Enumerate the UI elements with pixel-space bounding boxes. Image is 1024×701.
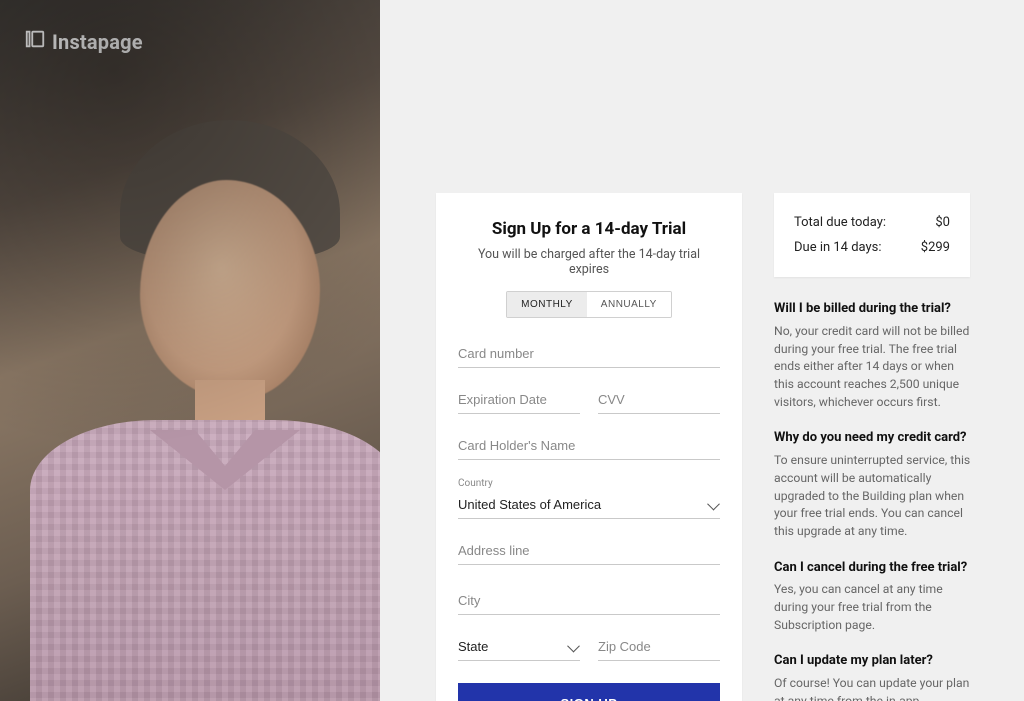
city-input[interactable] [458, 587, 720, 615]
card-holder-input[interactable] [458, 432, 720, 460]
card-number-input[interactable] [458, 340, 720, 368]
billing-tab-monthly[interactable]: MONTHLY [507, 292, 587, 317]
faq-answer: No, your credit card will not be billed … [774, 323, 974, 411]
faq-section: Will I be billed during the trial? No, y… [774, 300, 974, 701]
faq-question: Will I be billed during the trial? [774, 300, 974, 319]
faq-question: Can I cancel during the free trial? [774, 559, 974, 578]
billing-tab-annually[interactable]: ANNUALLY [587, 292, 671, 317]
form-subtitle: You will be charged after the 14-day tri… [458, 247, 720, 277]
summary-label: Due in 14 days: [794, 240, 882, 255]
summary-row: Total due today: $0 [794, 215, 950, 230]
price-summary-card: Total due today: $0 Due in 14 days: $299 [774, 193, 970, 277]
content-panel: Sign Up for a 14-day Trial You will be c… [380, 0, 1024, 701]
sign-up-button[interactable]: SIGN UP [458, 683, 720, 701]
faq-question: Can I update my plan later? [774, 652, 974, 671]
instapage-icon [24, 28, 46, 55]
faq-answer: To ensure uninterrupted service, this ac… [774, 452, 974, 540]
faq-answer: Of course! You can update your plan at a… [774, 675, 974, 701]
summary-value: $0 [935, 215, 950, 230]
summary-row: Due in 14 days: $299 [794, 240, 950, 255]
country-select[interactable]: United States of America [458, 491, 720, 519]
signup-card: Sign Up for a 14-day Trial You will be c… [436, 193, 742, 701]
address-input[interactable] [458, 537, 720, 565]
brand-logo: Instapage [24, 28, 143, 55]
cvv-input[interactable] [598, 386, 720, 414]
country-label: Country [458, 478, 720, 489]
summary-label: Total due today: [794, 215, 886, 230]
zip-input[interactable] [598, 633, 720, 661]
hero-portrait [0, 0, 380, 701]
billing-toggle: MONTHLY ANNUALLY [506, 291, 672, 318]
state-select[interactable]: State [458, 633, 580, 661]
hero-image-panel: Instapage [0, 0, 380, 701]
faq-question: Why do you need my credit card? [774, 429, 974, 448]
form-title: Sign Up for a 14-day Trial [458, 219, 720, 239]
expiration-input[interactable] [458, 386, 580, 414]
faq-answer: Yes, you can cancel at any time during y… [774, 581, 974, 634]
brand-name: Instapage [52, 30, 143, 54]
summary-value: $299 [921, 240, 950, 255]
